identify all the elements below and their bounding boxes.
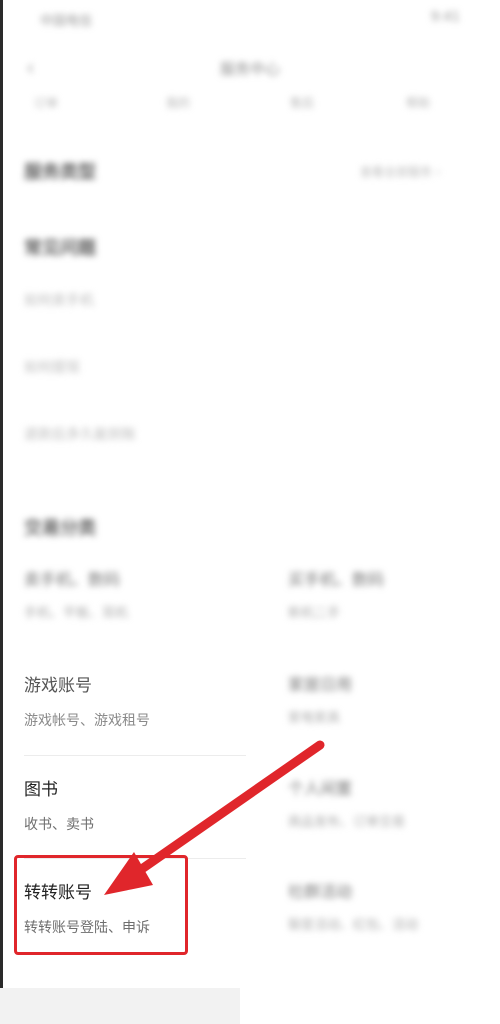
annotation-arrow-icon [104, 740, 325, 895]
arrow-head [104, 852, 153, 895]
bottom-bar [0, 988, 240, 1024]
arrow-shaft [131, 740, 325, 878]
